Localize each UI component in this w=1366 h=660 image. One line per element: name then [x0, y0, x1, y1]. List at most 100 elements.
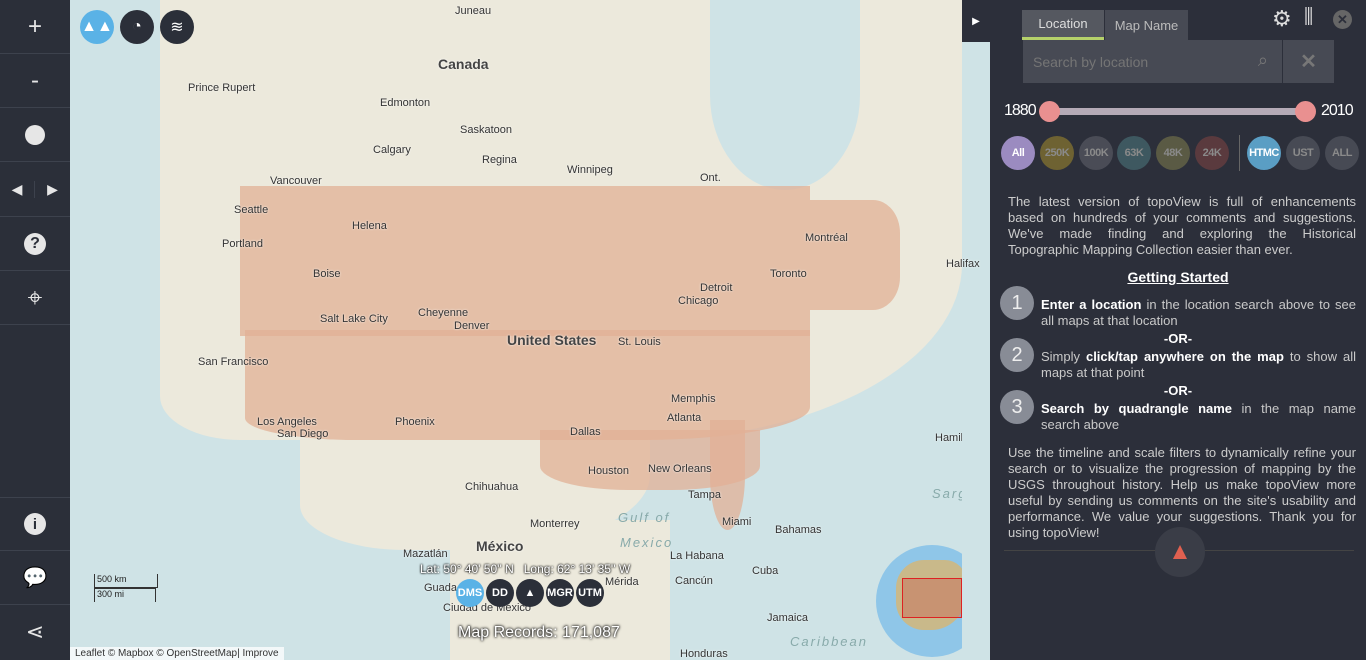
leaflet-link[interactable]: Leaflet: [75, 648, 105, 659]
tab-map-name[interactable]: Map Name: [1105, 10, 1188, 40]
year-min-handle[interactable]: [1039, 101, 1060, 122]
arrow-left-icon[interactable]: ◀: [0, 181, 35, 198]
clear-search-button[interactable]: ✕: [1283, 40, 1334, 83]
map-label: Juneau: [455, 5, 492, 17]
mountain-icon: ▲: [524, 587, 536, 599]
map-label: Regina: [482, 154, 517, 166]
coord-dms-button[interactable]: DMS: [456, 579, 484, 607]
map-label: Denver: [454, 320, 490, 332]
step-2-text: Simply click/tap anywhere on the map to …: [1041, 349, 1356, 381]
getting-started-heading: Getting Started: [1127, 269, 1229, 285]
overview-globe[interactable]: [876, 545, 962, 657]
chat-icon: 💬: [22, 567, 48, 589]
map-label: Seattle: [234, 204, 269, 216]
map-edge: [962, 42, 990, 660]
scale-filter-100k[interactable]: 100K: [1079, 136, 1113, 170]
map-label: Hamilton: [935, 432, 962, 444]
filter-divider: [1239, 135, 1240, 171]
type-filter-ust[interactable]: UST: [1286, 136, 1320, 170]
coord-dd-button[interactable]: DD: [486, 579, 514, 607]
map-label: Guada: [424, 582, 458, 594]
latitude: Lat: 50° 40' 50'' N: [420, 562, 514, 576]
attribution: Leaflet © Mapbox © OpenStreetMap| Improv…: [70, 647, 284, 660]
overlay-basemap-button[interactable]: ≋: [160, 10, 194, 44]
map[interactable]: Juneau Canada Prince Rupert Edmonton Sas…: [70, 0, 962, 660]
or-separator: -OR-: [1163, 383, 1193, 398]
chat-button[interactable]: 💬: [0, 551, 70, 605]
info-button[interactable]: i: [0, 497, 70, 551]
layers-icon: ≋: [170, 19, 184, 36]
globe-button[interactable]: [0, 108, 70, 162]
map-label: Tampa: [688, 489, 722, 501]
scale-filter-all[interactable]: All: [1001, 136, 1035, 170]
map-label: La Habana: [670, 550, 724, 562]
type-filter-htmc[interactable]: HTMC: [1247, 136, 1281, 170]
sidebar: + - ◀ ▶ ? ⌖ i 💬 ⋖: [0, 0, 70, 660]
scale-filter-63k[interactable]: 63K: [1117, 136, 1151, 170]
location-search-input[interactable]: ⌕: [1023, 40, 1282, 83]
type-filter-all[interactable]: ALL: [1325, 136, 1359, 170]
overview-extent[interactable]: [902, 578, 962, 618]
satellite-icon: ◔: [132, 18, 142, 35]
arrow-right-icon[interactable]: ▶: [35, 181, 70, 198]
intro-text: The latest version of topoView is full o…: [1008, 194, 1356, 257]
water-label: Gulf of: [618, 510, 671, 525]
zoom-out-button[interactable]: -: [0, 54, 70, 108]
scale-filter-48k[interactable]: 48K: [1156, 136, 1190, 170]
coord-utm-button[interactable]: UTM: [576, 579, 604, 607]
topo-basemap-button[interactable]: ▲▲: [80, 10, 114, 44]
map-label: Houston: [588, 465, 629, 477]
map-label: Monterrey: [530, 518, 580, 530]
satellite-basemap-button[interactable]: ◔: [120, 10, 154, 44]
water-label: Sargas: [932, 486, 962, 501]
elevation-button[interactable]: ▲: [516, 579, 544, 607]
map-label: Dallas: [570, 426, 601, 438]
water-label: Caribbean: [790, 634, 868, 649]
map-label: Edmonton: [380, 97, 431, 109]
map-label: Phoenix: [395, 416, 435, 428]
map-label: México: [476, 538, 524, 554]
year-range-track[interactable]: [1050, 108, 1305, 115]
zoom-in-button[interactable]: +: [0, 0, 70, 54]
history-nav: ◀ ▶: [0, 163, 70, 217]
year-max-handle[interactable]: [1295, 101, 1316, 122]
locate-button[interactable]: ⌖: [0, 271, 70, 325]
map-label: Chihuahua: [465, 481, 519, 493]
longitude: Long: 62° 13' 35'' W: [523, 562, 631, 576]
share-button[interactable]: ⋖: [0, 605, 70, 659]
map-label: Miami: [722, 516, 752, 528]
search-icon[interactable]: ⌕: [1258, 50, 1268, 71]
scale-mi: 300 mi: [94, 588, 156, 602]
step-1-bold: Enter a location: [1041, 297, 1142, 312]
map-label: Chicago: [678, 295, 719, 307]
map-label: Mazatlán: [403, 548, 448, 560]
help-button[interactable]: ?: [0, 217, 70, 271]
coord-mgrs-button[interactable]: MGR: [546, 579, 574, 607]
map-label: Halifax: [946, 258, 980, 270]
location-search-field[interactable]: [1023, 40, 1233, 83]
map-label: St. Louis: [618, 336, 661, 348]
close-icon[interactable]: ✕: [1333, 10, 1352, 29]
panel-toggle-button[interactable]: ▶: [962, 0, 990, 42]
step-3-badge: 3: [1000, 390, 1034, 424]
improve-link[interactable]: Improve: [242, 648, 278, 659]
topoview-logo: ▲: [1155, 527, 1205, 577]
map-label: Bahamas: [775, 524, 822, 536]
map-label: Vancouver: [270, 175, 322, 187]
filter-sliders-icon[interactable]: ⫼: [1304, 6, 1313, 29]
step-1-badge: 1: [1000, 286, 1034, 320]
settings-icon[interactable]: ⚙: [1272, 6, 1292, 32]
scale-filter-250k[interactable]: 250K: [1040, 136, 1074, 170]
water-label: Mexico: [620, 535, 674, 550]
map-label: New Orleans: [648, 463, 712, 475]
tab-location[interactable]: Location: [1022, 10, 1104, 40]
map-label: Los Angeles: [257, 416, 317, 428]
map-label: Ont.: [700, 172, 721, 184]
osm-link[interactable]: © OpenStreetMap: [156, 648, 237, 659]
map-label: Atlanta: [667, 412, 702, 424]
step-2-badge: 2: [1000, 338, 1034, 372]
map-label: United States: [507, 332, 597, 348]
map-label: Helena: [352, 220, 387, 232]
mapbox-link[interactable]: © Mapbox: [108, 648, 154, 659]
scale-filter-24k[interactable]: 24K: [1195, 136, 1229, 170]
